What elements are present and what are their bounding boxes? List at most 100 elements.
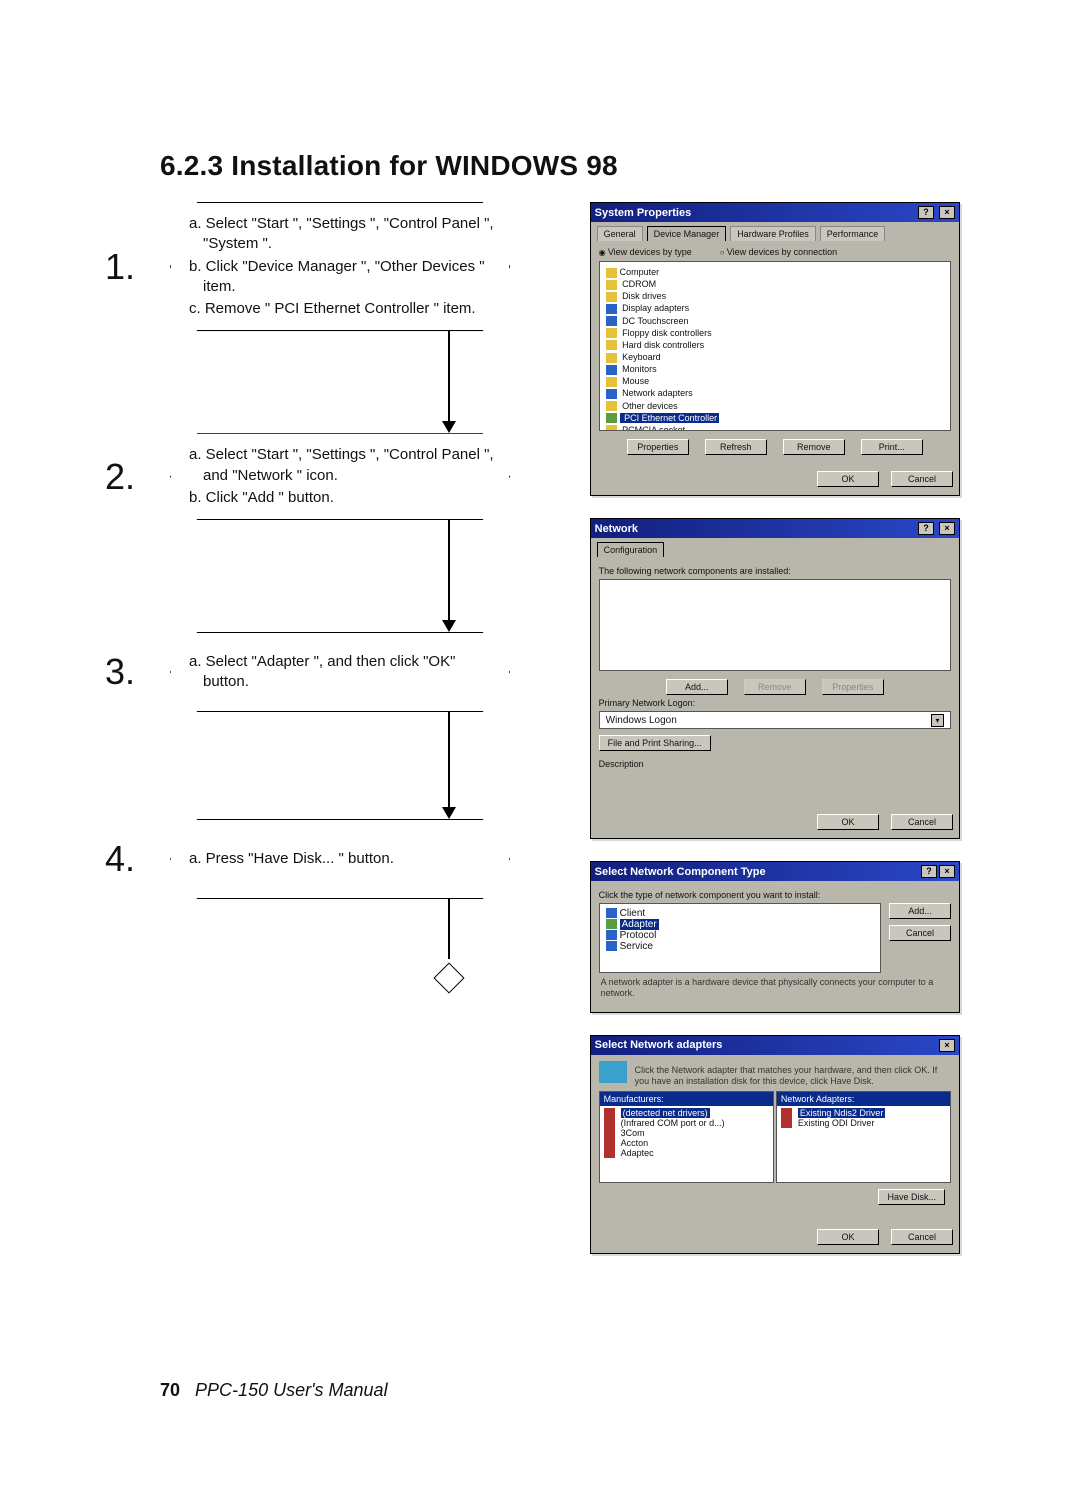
add-button[interactable]: Add...: [666, 679, 728, 695]
ok-button[interactable]: OK: [817, 814, 879, 830]
close-icon[interactable]: ×: [939, 522, 955, 535]
tree-item[interactable]: Floppy disk controllers: [606, 327, 944, 339]
window-title: System Properties: [595, 207, 692, 219]
step-line: a. Select "Start ", "Settings ", "Contro…: [189, 214, 495, 255]
component-icon: [606, 908, 617, 918]
radio-by-connection[interactable]: View devices by connection: [720, 247, 837, 257]
step-4: 4. a. Press "Have Disk... " button.: [160, 819, 560, 899]
tree-item[interactable]: Network adapters: [606, 387, 944, 399]
arrow-down: [338, 712, 560, 819]
titlebar: Network ? ×: [591, 519, 959, 538]
help-icon[interactable]: ?: [918, 522, 934, 535]
tree-item[interactable]: Disk drives: [606, 290, 944, 302]
tree-item[interactable]: PCMCIA socket: [606, 424, 944, 431]
file-print-sharing-button[interactable]: File and Print Sharing...: [599, 735, 711, 751]
tree-item[interactable]: CDROM: [606, 278, 944, 290]
section-heading: 6.2.3 Installation for WINDOWS 98: [160, 150, 960, 182]
window-title: Select Network Component Type: [595, 866, 766, 878]
component-description: A network adapter is a hardware device t…: [599, 973, 951, 1004]
component-listbox[interactable]: ClientAdapterProtocolService: [599, 903, 881, 973]
tree-item[interactable]: Monitors: [606, 363, 944, 375]
cancel-button[interactable]: Cancel: [891, 1229, 953, 1245]
window-title: Select Network adapters: [595, 1039, 723, 1051]
print-button[interactable]: Print...: [861, 439, 923, 455]
tree-item[interactable]: Other devices: [606, 400, 944, 412]
refresh-button[interactable]: Refresh: [705, 439, 767, 455]
tree-item[interactable]: DC Touchscreen: [606, 315, 944, 327]
step-number: 3.: [105, 651, 135, 693]
remove-button[interactable]: Remove: [783, 439, 845, 455]
tab-configuration[interactable]: Configuration: [597, 542, 665, 557]
tree-item[interactable]: Computer: [606, 266, 944, 278]
device-icon: [606, 413, 617, 423]
cancel-button[interactable]: Cancel: [889, 925, 951, 941]
list-item[interactable]: (detected net drivers): [604, 1108, 769, 1118]
adapters-header: Network Adapters:: [777, 1092, 950, 1106]
cancel-button[interactable]: Cancel: [891, 471, 953, 487]
tab-hardware-profiles[interactable]: Hardware Profiles: [730, 226, 816, 241]
help-icon[interactable]: ?: [918, 206, 934, 219]
list-item[interactable]: Service: [606, 941, 874, 952]
tab-performance[interactable]: Performance: [820, 226, 886, 241]
step-line: b. Click "Add " button.: [189, 488, 495, 508]
footer-title: PPC-150 User's Manual: [195, 1380, 388, 1400]
tree-item[interactable]: PCI Ethernet Controller: [606, 412, 944, 424]
tab-general[interactable]: General: [597, 226, 643, 241]
screenshot-column: System Properties ? × General Device Man…: [590, 202, 960, 1254]
properties-button[interactable]: Properties: [627, 439, 689, 455]
tree-item[interactable]: Keyboard: [606, 351, 944, 363]
device-icon: [606, 389, 617, 399]
manufacturers-listbox[interactable]: Manufacturers: (detected net drivers)(In…: [599, 1091, 774, 1183]
cancel-button[interactable]: Cancel: [891, 814, 953, 830]
close-icon[interactable]: ×: [939, 865, 955, 878]
close-icon[interactable]: ×: [939, 1039, 955, 1052]
device-icon: [606, 340, 617, 350]
step-box: a. Select "Start ", "Settings ", "Contro…: [170, 433, 510, 520]
radio-by-type[interactable]: View devices by type: [599, 247, 692, 257]
select-component-dialog: Select Network Component Type ?× Click t…: [590, 861, 960, 1013]
flow-connector: [433, 962, 464, 993]
arrow-down: [338, 331, 560, 433]
device-icon: [606, 353, 617, 363]
list-item[interactable]: Adapter: [606, 919, 874, 930]
vendor-icon: [604, 1108, 615, 1118]
close-icon[interactable]: ×: [939, 206, 955, 219]
have-disk-button[interactable]: Have Disk...: [878, 1189, 945, 1205]
component-icon: [606, 930, 617, 940]
step-2: 2. a. Select "Start ", "Settings ", "Con…: [160, 433, 560, 520]
ok-button[interactable]: OK: [817, 1229, 879, 1245]
step-1: 1. a. Select "Start ", "Settings ", "Con…: [160, 202, 560, 331]
device-icon: [606, 401, 617, 411]
add-button[interactable]: Add...: [889, 903, 951, 919]
logon-dropdown[interactable]: Windows Logon ▾: [599, 711, 951, 729]
list-item[interactable]: Protocol: [606, 930, 874, 941]
device-icon: [606, 268, 617, 278]
window-controls: ? ×: [916, 206, 955, 219]
step-number: 2.: [105, 456, 135, 498]
list-item[interactable]: (Infrared COM port or d...): [604, 1118, 769, 1128]
components-listbox[interactable]: [599, 579, 951, 671]
arrow-down: [338, 520, 560, 632]
list-item[interactable]: Accton: [604, 1138, 769, 1148]
list-item[interactable]: Existing Ndis2 Driver: [781, 1108, 946, 1118]
ok-button[interactable]: OK: [817, 471, 879, 487]
help-icon[interactable]: ?: [921, 865, 937, 878]
select-adapter-dialog: Select Network adapters × Click the Netw…: [590, 1035, 960, 1255]
adapters-listbox[interactable]: Network Adapters: Existing Ndis2 DriverE…: [776, 1091, 951, 1183]
vendor-icon: [781, 1108, 792, 1118]
tree-item[interactable]: Display adapters: [606, 302, 944, 314]
arrow-down: [338, 899, 560, 989]
window-controls: ? ×: [916, 522, 955, 535]
tree-item[interactable]: Mouse: [606, 375, 944, 387]
components-label: The following network components are ins…: [599, 566, 951, 576]
chevron-down-icon[interactable]: ▾: [931, 714, 944, 727]
tab-device-manager[interactable]: Device Manager: [647, 226, 727, 241]
description-label: Description: [599, 759, 951, 769]
device-tree[interactable]: Computer CDROM Disk drives Display adapt…: [599, 261, 951, 431]
list-item[interactable]: Adaptec: [604, 1148, 769, 1158]
list-item[interactable]: 3Com: [604, 1128, 769, 1138]
tree-item[interactable]: Hard disk controllers: [606, 339, 944, 351]
list-item[interactable]: Client: [606, 908, 874, 919]
list-item[interactable]: Existing ODI Driver: [781, 1118, 946, 1128]
logon-value: Windows Logon: [606, 715, 677, 726]
